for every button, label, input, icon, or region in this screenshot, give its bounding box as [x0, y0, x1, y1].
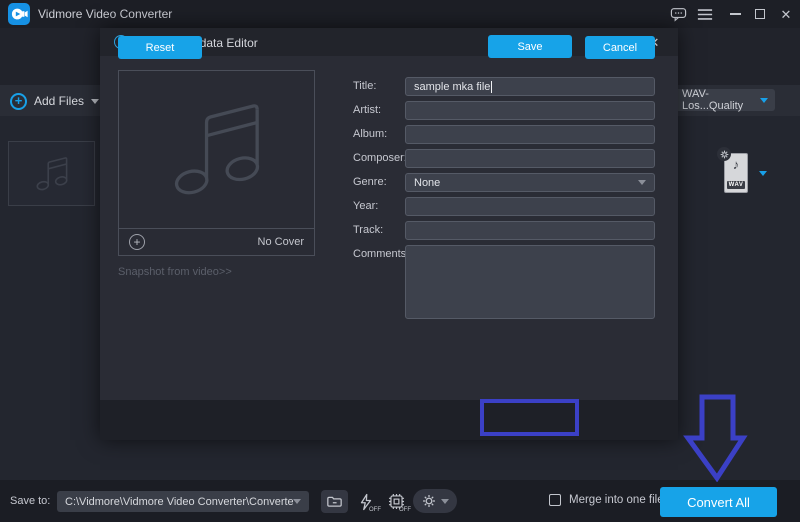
year-label: Year: — [353, 197, 378, 216]
genre-dropdown[interactable]: None — [405, 173, 655, 192]
snapshot-from-video-link[interactable]: Snapshot from video>> — [118, 266, 232, 278]
output-settings-gear-icon[interactable] — [717, 147, 731, 161]
title-value: sample mka file — [414, 81, 490, 93]
gear-icon — [422, 494, 436, 508]
hardware-acceleration-toggle[interactable]: OFF — [353, 489, 379, 514]
composer-input[interactable] — [405, 149, 655, 168]
chevron-down-icon — [441, 499, 449, 504]
artist-input[interactable] — [405, 101, 655, 120]
album-cover-panel: + No Cover — [118, 70, 315, 256]
add-cover-button[interactable]: + — [129, 234, 145, 250]
output-expand-chevron-icon[interactable] — [759, 171, 767, 176]
dialog-footer — [100, 400, 678, 440]
track-label: Track: — [353, 221, 383, 240]
year-input[interactable] — [405, 197, 655, 216]
album-input[interactable] — [405, 125, 655, 144]
minimize-button[interactable] — [725, 4, 745, 24]
comments-label: Comments: — [353, 245, 409, 264]
media-file-thumbnail[interactable] — [8, 141, 95, 206]
chevron-down-icon — [91, 99, 99, 104]
add-files-label: Add Files — [34, 94, 84, 108]
checkbox-icon — [549, 494, 561, 506]
no-cover-label: No Cover — [258, 236, 304, 248]
plus-circle-icon: + — [10, 93, 27, 110]
title-input[interactable]: sample mka file — [405, 77, 655, 96]
artist-label: Artist: — [353, 101, 381, 120]
merge-into-one-file-checkbox[interactable]: Merge into one file — [549, 494, 664, 506]
feedback-icon[interactable] — [668, 4, 688, 24]
off-label: OFF — [369, 507, 381, 513]
convert-all-button[interactable]: Convert All — [660, 487, 777, 517]
off-label: OFF — [399, 507, 411, 513]
window-title: Vidmore Video Converter — [38, 7, 172, 21]
chevron-down-icon — [760, 98, 768, 103]
album-label: Album: — [353, 125, 387, 144]
wav-format-badge: WAV — [727, 181, 746, 189]
media-metadata-editor-dialog: i Media Metadata Editor ✕ + No Cover Sna… — [100, 28, 678, 440]
genre-label: Genre: — [353, 173, 387, 192]
music-note-icon — [32, 154, 72, 194]
vidmore-video-converter-window: Vidmore Video Converter ✕ + Add Files WA… — [0, 0, 800, 522]
app-logo-icon — [8, 3, 30, 25]
close-button[interactable]: ✕ — [776, 4, 796, 24]
output-format-label: WAV-Los...Quality — [682, 88, 760, 112]
gpu-acceleration-toggle[interactable]: OFF — [383, 489, 409, 514]
music-note-icon: ♪ — [733, 157, 740, 172]
music-note-icon — [162, 95, 272, 205]
track-input[interactable] — [405, 221, 655, 240]
menu-icon[interactable] — [695, 4, 715, 24]
reset-button[interactable]: Reset — [118, 36, 202, 59]
merge-label: Merge into one file — [569, 494, 664, 506]
folder-icon — [326, 494, 343, 509]
save-path-dropdown[interactable]: C:\Vidmore\Vidmore Video Converter\Conve… — [57, 491, 309, 512]
add-files-button[interactable]: + Add Files — [10, 90, 99, 112]
settings-button[interactable] — [413, 489, 457, 513]
cover-placeholder — [119, 71, 314, 228]
save-to-label: Save to: — [10, 495, 50, 507]
cancel-button[interactable]: Cancel — [585, 36, 655, 59]
save-button[interactable]: Save — [488, 35, 572, 58]
comments-textarea[interactable] — [405, 245, 655, 319]
open-folder-button[interactable] — [321, 490, 348, 513]
title-label: Title: — [353, 77, 376, 96]
maximize-button[interactable] — [750, 4, 770, 24]
save-path-value: C:\Vidmore\Vidmore Video Converter\Conve… — [65, 496, 293, 508]
output-format-dropdown[interactable]: WAV-Los...Quality — [675, 89, 775, 111]
composer-label: Composer: — [353, 149, 407, 168]
chevron-down-icon — [293, 499, 301, 504]
chevron-down-icon — [638, 180, 646, 185]
text-cursor — [491, 81, 492, 93]
genre-value: None — [414, 177, 440, 189]
cover-actions-strip: + No Cover — [119, 228, 314, 255]
